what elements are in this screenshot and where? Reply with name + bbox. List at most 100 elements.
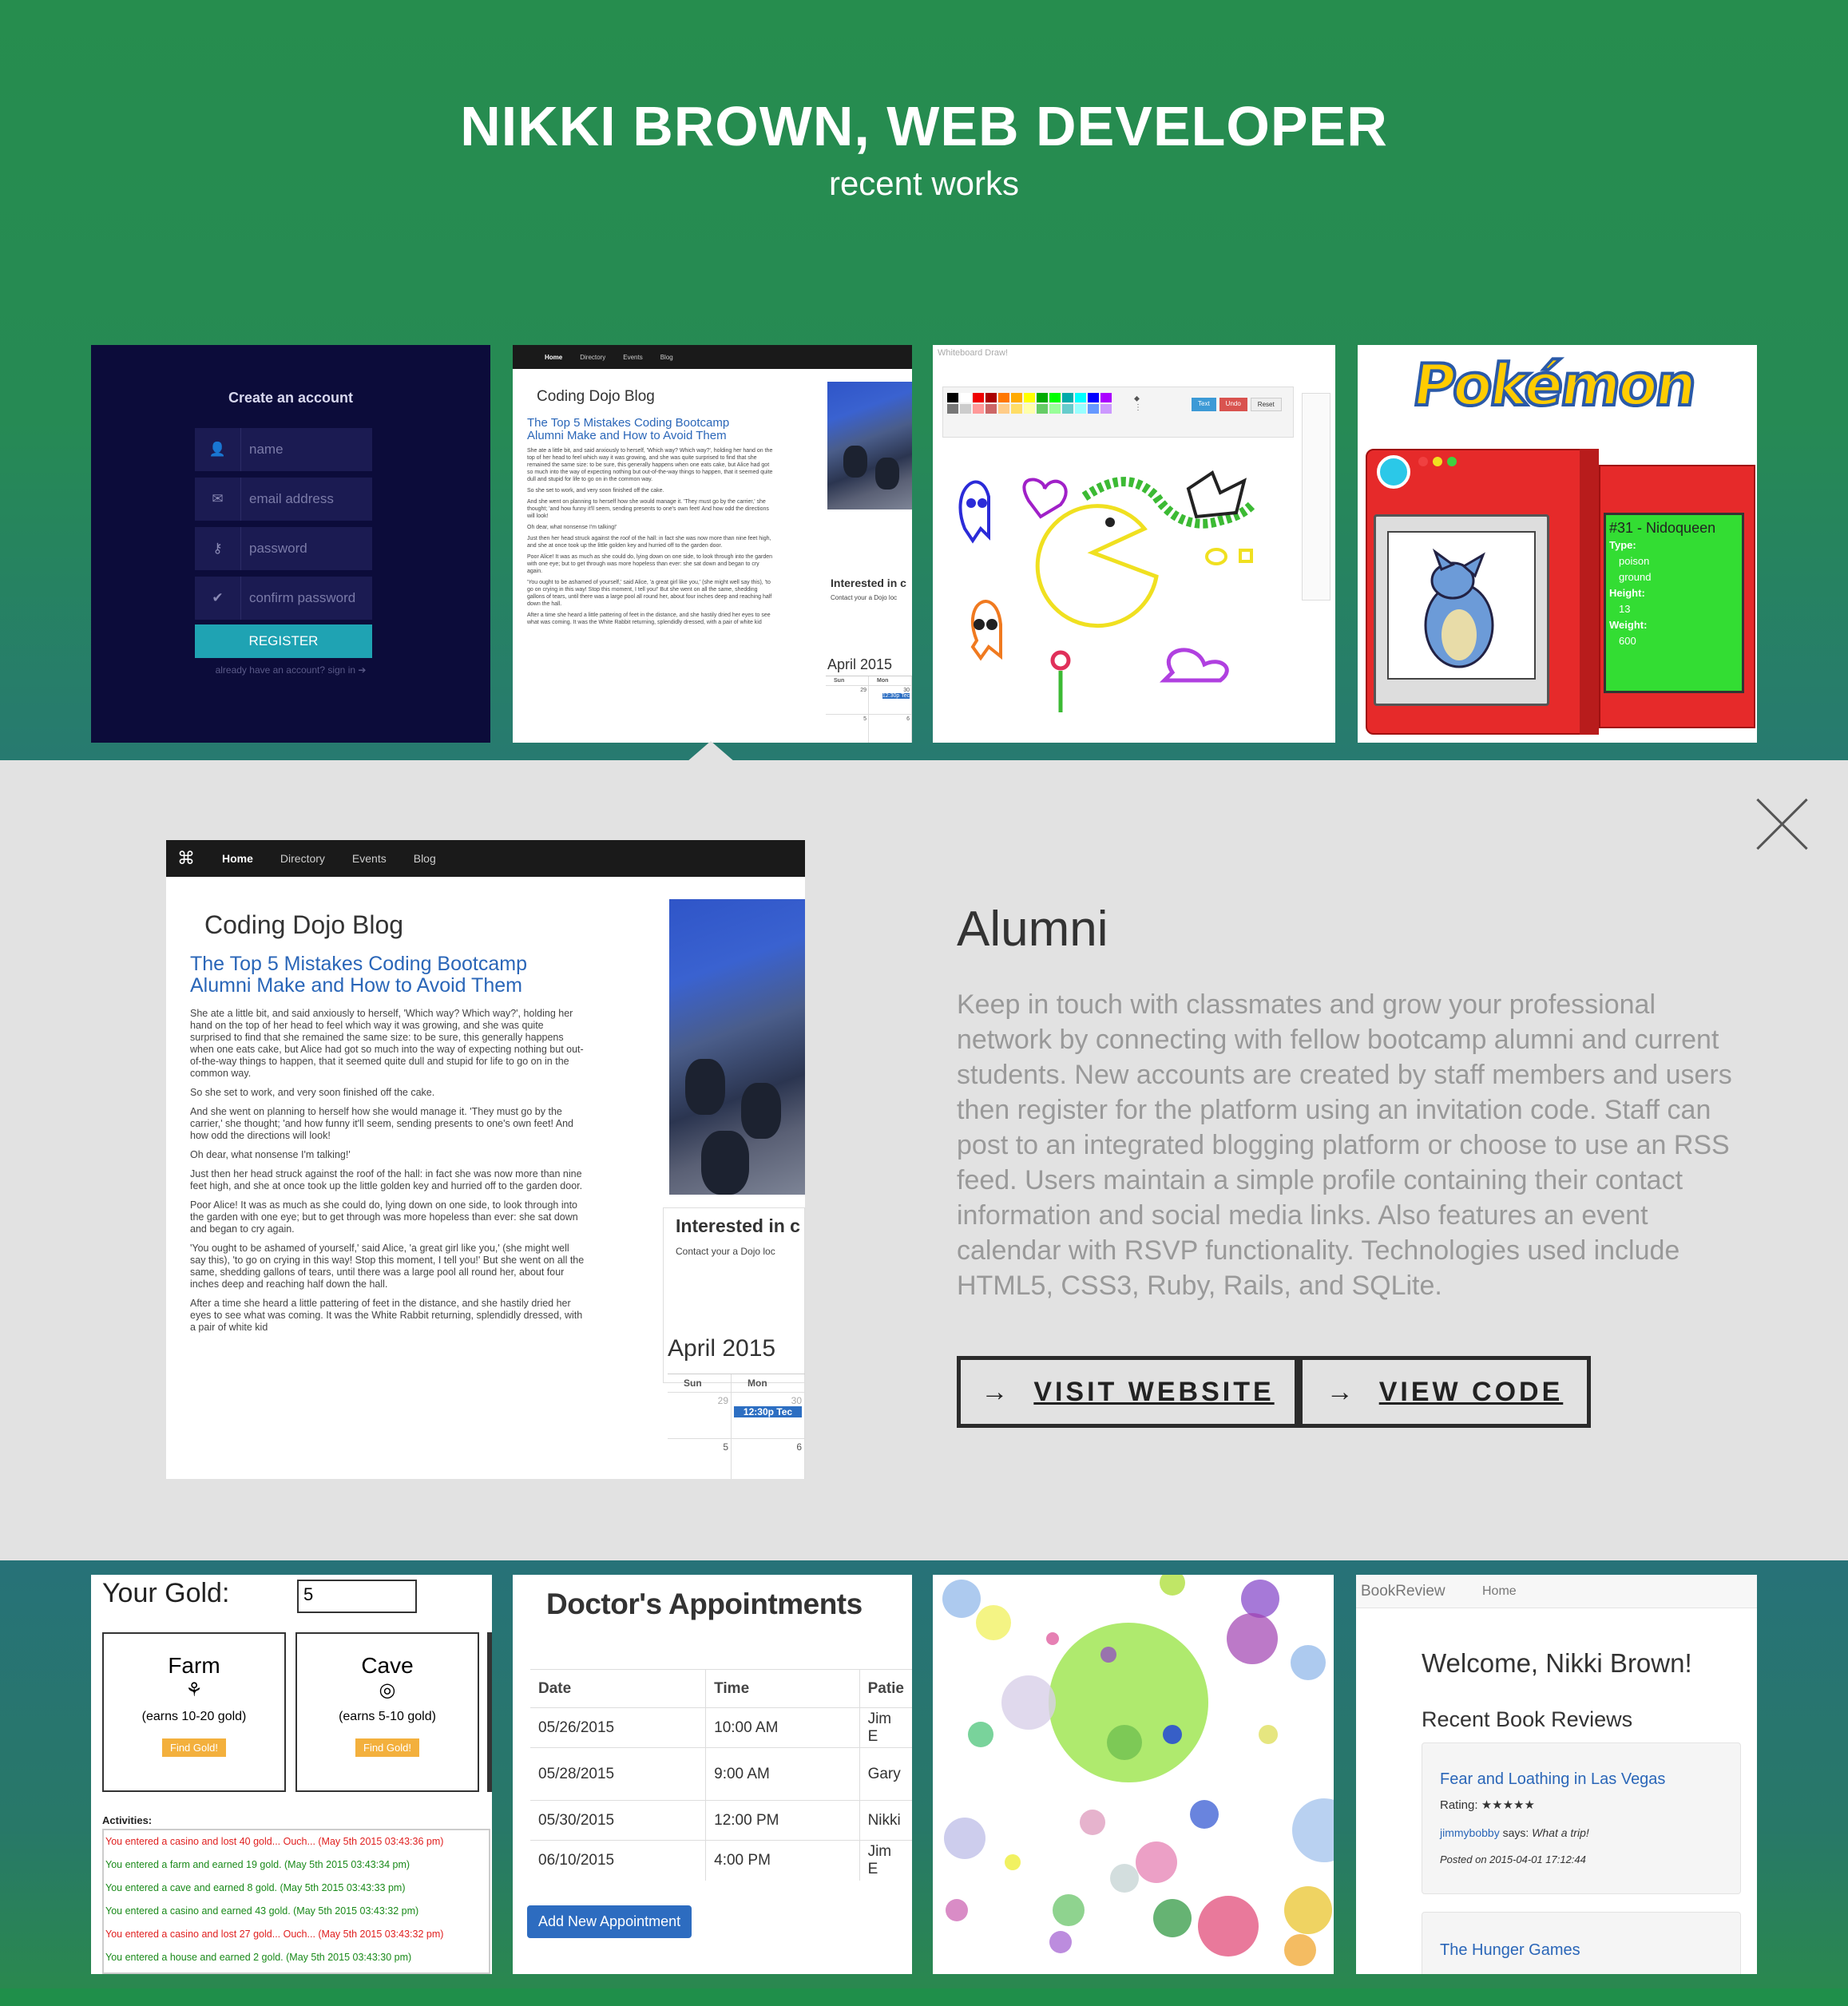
bubble: [1241, 1580, 1279, 1618]
side-text: Contact your a Dojo loc: [831, 594, 898, 601]
color-swatch[interactable]: [1100, 404, 1112, 414]
bubble: [1136, 1841, 1177, 1883]
color-swatch[interactable]: [1011, 404, 1022, 414]
password-field: ⚷ password: [195, 527, 372, 570]
project-thumb-bubbles[interactable]: [933, 1575, 1334, 1974]
bubble: [976, 1605, 1011, 1640]
color-swatch[interactable]: [1024, 393, 1035, 402]
calendar-grid: Sun Mon 29 30 12:30p Tec 56: [826, 676, 912, 743]
check-icon: ✔: [195, 577, 241, 620]
color-swatch[interactable]: [1011, 393, 1022, 402]
visit-website-button[interactable]: → VISIT WEBSITE: [957, 1356, 1299, 1428]
bubble: [1005, 1854, 1021, 1870]
color-swatch[interactable]: [985, 404, 997, 414]
reset-button[interactable]: Reset: [1250, 398, 1282, 411]
pokedex-info-screen: #31 - Nidoqueen Type: poison ground Heig…: [1604, 513, 1744, 693]
color-swatch[interactable]: [1049, 404, 1061, 414]
bubble: [1291, 1645, 1326, 1680]
cave-find-gold-button[interactable]: Find Gold!: [355, 1738, 419, 1757]
selection-pointer: [687, 741, 735, 762]
blog-post-title: The Top 5 Mistakes Coding Bootcamp Alumni…: [527, 416, 730, 442]
bubble: [1080, 1810, 1105, 1835]
color-swatch[interactable]: [1024, 404, 1035, 414]
color-swatch[interactable]: [1088, 393, 1099, 402]
nav-home[interactable]: Home: [1482, 1584, 1517, 1599]
arrow-right-icon: →: [1326, 1376, 1357, 1407]
blog-heading: Coding Dojo Blog: [537, 388, 655, 405]
welcome-heading: Welcome, Nikki Brown!: [1422, 1648, 1692, 1678]
color-swatch[interactable]: [1062, 404, 1073, 414]
bubble: [1284, 1934, 1316, 1966]
color-swatch[interactable]: [985, 393, 997, 402]
color-swatch[interactable]: [947, 404, 958, 414]
color-swatch[interactable]: [973, 393, 984, 402]
bookreview-brand[interactable]: BookReview: [1361, 1583, 1445, 1600]
signin-link: already have an account? sign in ➔: [215, 664, 367, 676]
color-swatch[interactable]: [1037, 393, 1048, 402]
color-swatch[interactable]: [1075, 393, 1086, 402]
view-code-button[interactable]: → VIEW CODE: [1299, 1356, 1591, 1428]
activity-entry: You entered a casino and lost 40 gold...…: [105, 1836, 444, 1847]
bubble: [1259, 1725, 1278, 1744]
name-field: 👤 name: [195, 428, 372, 471]
bubble: [1110, 1864, 1139, 1893]
preview-nav: ⌘ Home Directory Events Blog: [166, 840, 805, 877]
color-swatch[interactable]: [960, 404, 971, 414]
pokemon-name: #31 - Nidoqueen: [1609, 520, 1716, 536]
color-swatch[interactable]: [1062, 393, 1073, 402]
recent-reviews-heading: Recent Book Reviews: [1422, 1707, 1633, 1731]
project-thumb-alumni[interactable]: Home Directory Events Blog Coding Dojo B…: [513, 345, 912, 743]
color-swatch[interactable]: [1075, 404, 1086, 414]
project-thumb-register[interactable]: Create an account 👤 name ✉ email address ⚷…: [91, 345, 490, 743]
review-posted-date: Posted on 2015-04-01 17:12:44: [1440, 1853, 1586, 1865]
color-swatch[interactable]: [1049, 393, 1061, 402]
bubble: [1053, 1894, 1085, 1926]
detail-preview-image: ⌘ Home Directory Events Blog Coding Dojo…: [166, 840, 805, 1479]
text-button[interactable]: Text: [1192, 398, 1216, 411]
bubble: [1190, 1800, 1219, 1829]
color-swatch[interactable]: [960, 393, 971, 402]
chat-panel: [1302, 393, 1330, 601]
preview-calendar-title: April 2015: [668, 1335, 776, 1362]
project-thumb-appointments[interactable]: Doctor's Appointments Date Time Patie 05…: [513, 1575, 912, 1974]
project-thumb-bookreview[interactable]: BookReview Home Welcome, Nikki Brown! Re…: [1356, 1575, 1757, 1974]
preview-side-heading: Interested in c: [676, 1215, 800, 1236]
add-appointment-button[interactable]: Add New Appointment: [527, 1905, 692, 1938]
bookreview-nav: BookReview Home: [1356, 1575, 1757, 1608]
cave-icon: ◎: [379, 1679, 396, 1701]
color-swatch[interactable]: [973, 404, 984, 414]
color-palette[interactable]: [947, 393, 1112, 414]
color-swatch[interactable]: [947, 393, 958, 402]
project-thumb-pokedex[interactable]: Pokémon #31 - Nidoqueen Type: poison gro…: [1358, 345, 1757, 743]
review-book-title[interactable]: The Hunger Games: [1440, 1941, 1580, 1960]
project-thumb-ninja-gold[interactable]: Your Gold: 5 Farm ⚘ (earns 10-20 gold) F…: [91, 1575, 492, 1974]
drawing-canvas[interactable]: [933, 441, 1300, 743]
farm-box: Farm ⚘ (earns 10-20 gold) Find Gold!: [102, 1632, 286, 1792]
color-swatch[interactable]: [998, 393, 1009, 402]
color-swatch[interactable]: [998, 404, 1009, 414]
close-icon[interactable]: [1757, 799, 1808, 850]
review-book-title[interactable]: Fear and Loathing in Las Vegas: [1440, 1770, 1665, 1789]
preview-calendar: Sun Mon 29 30 12:30p Tec 56: [668, 1374, 805, 1479]
activity-entry: You entered a farm and earned 19 gold. (…: [105, 1859, 410, 1870]
review-rating: Rating: ★★★★★: [1440, 1798, 1535, 1812]
arrow-right-icon: →: [981, 1376, 1012, 1407]
key-icon: ⚷: [195, 527, 241, 570]
bubble: [946, 1899, 968, 1921]
bubbles-canvas: [942, 1575, 1334, 1966]
table-row: 06/10/2015 4:00 PM Jim E: [530, 1840, 912, 1881]
farm-find-gold-button[interactable]: Find Gold!: [162, 1738, 226, 1757]
activity-entry: You entered a casino and earned 43 gold.…: [105, 1905, 419, 1917]
pokedex-lens: [1377, 455, 1410, 489]
color-swatch[interactable]: [1088, 404, 1099, 414]
calendar-title: April 2015: [827, 656, 893, 672]
project-thumb-whiteboard[interactable]: Whiteboard Draw! ⬥ ⋮ Text Undo Reset: [933, 345, 1335, 743]
preview-body: She ate a little bit, and said anxiously…: [190, 1008, 585, 1333]
color-swatch[interactable]: [1100, 393, 1112, 402]
bottom-strip: [0, 1988, 1848, 2006]
table-row: 05/26/2015 10:00 AM Jim E: [530, 1707, 912, 1748]
undo-button[interactable]: Undo: [1219, 398, 1247, 411]
color-swatch[interactable]: [1037, 404, 1048, 414]
review-quote: jimmybobby says: What a trip!: [1440, 1826, 1589, 1839]
bubble: [942, 1580, 981, 1618]
